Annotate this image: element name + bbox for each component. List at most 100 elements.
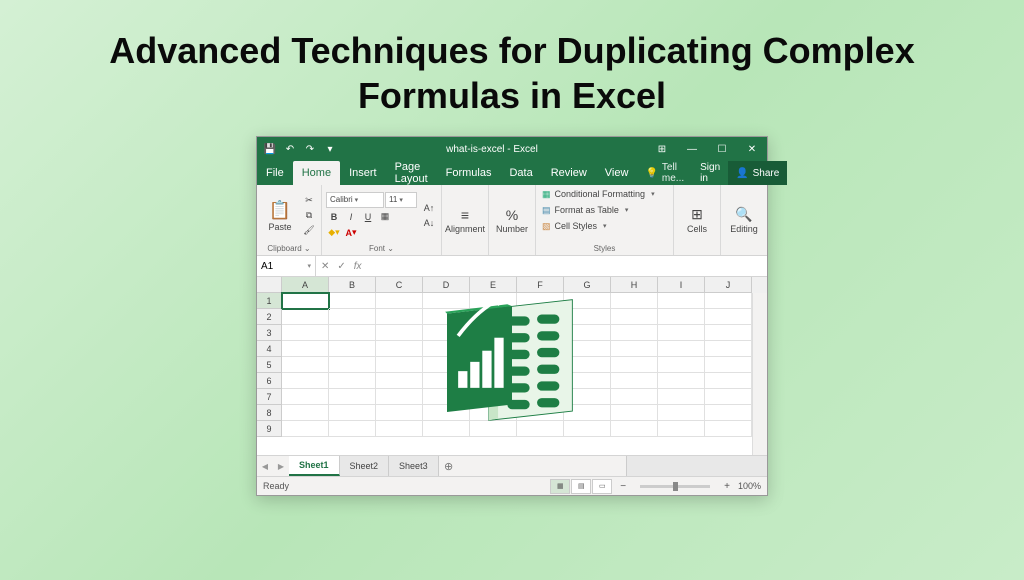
cell[interactable] bbox=[564, 373, 611, 389]
cell[interactable] bbox=[423, 309, 470, 325]
cell[interactable] bbox=[282, 325, 329, 341]
cell[interactable] bbox=[376, 325, 423, 341]
qat-customize-icon[interactable]: ▾ bbox=[323, 142, 337, 156]
cell[interactable] bbox=[658, 421, 705, 437]
font-color-button[interactable]: A▾ bbox=[343, 226, 359, 240]
cell[interactable] bbox=[705, 309, 752, 325]
page-break-view-button[interactable]: ▭ bbox=[592, 479, 612, 494]
name-box[interactable]: A1▾ bbox=[257, 256, 316, 276]
cell[interactable] bbox=[329, 373, 376, 389]
cell[interactable] bbox=[329, 357, 376, 373]
cell[interactable] bbox=[658, 325, 705, 341]
cell[interactable] bbox=[282, 357, 329, 373]
tab-formulas[interactable]: Formulas bbox=[437, 161, 501, 185]
cell[interactable] bbox=[376, 421, 423, 437]
cell[interactable] bbox=[611, 325, 658, 341]
tab-insert[interactable]: Insert bbox=[340, 161, 386, 185]
maximize-button[interactable]: ☐ bbox=[707, 137, 737, 161]
zoom-in-button[interactable]: + bbox=[724, 481, 730, 492]
cell[interactable] bbox=[611, 293, 658, 309]
col-header-e[interactable]: E bbox=[470, 277, 517, 293]
grow-font-button[interactable]: A↑ bbox=[421, 201, 437, 215]
minimize-button[interactable]: — bbox=[677, 137, 707, 161]
cell[interactable] bbox=[705, 293, 752, 309]
close-button[interactable]: ✕ bbox=[737, 137, 767, 161]
cell[interactable] bbox=[329, 309, 376, 325]
cell[interactable] bbox=[658, 341, 705, 357]
row-header-3[interactable]: 3 bbox=[257, 325, 282, 341]
enter-formula-icon[interactable]: ✓ bbox=[337, 261, 345, 272]
sheet-tab-2[interactable]: Sheet2 bbox=[340, 456, 390, 476]
row-header-2[interactable]: 2 bbox=[257, 309, 282, 325]
cell[interactable] bbox=[611, 309, 658, 325]
cell[interactable] bbox=[611, 421, 658, 437]
cell[interactable] bbox=[611, 341, 658, 357]
cell[interactable] bbox=[470, 373, 517, 389]
row-header-6[interactable]: 6 bbox=[257, 373, 282, 389]
cell[interactable] bbox=[611, 405, 658, 421]
conditional-formatting-button[interactable]: ▦Conditional Formatting▾ bbox=[542, 187, 655, 201]
cell[interactable] bbox=[470, 357, 517, 373]
cell[interactable] bbox=[517, 325, 564, 341]
cell[interactable] bbox=[282, 421, 329, 437]
cell[interactable] bbox=[470, 325, 517, 341]
ribbon-options-icon[interactable]: ⊞ bbox=[647, 137, 677, 161]
cell[interactable] bbox=[470, 341, 517, 357]
cell[interactable] bbox=[282, 405, 329, 421]
undo-icon[interactable]: ↶ bbox=[283, 142, 297, 156]
cell[interactable] bbox=[658, 309, 705, 325]
row-header-4[interactable]: 4 bbox=[257, 341, 282, 357]
shrink-font-button[interactable]: A↓ bbox=[421, 216, 437, 230]
cell[interactable] bbox=[564, 341, 611, 357]
row-header-5[interactable]: 5 bbox=[257, 357, 282, 373]
cell-styles-button[interactable]: ▧Cell Styles▾ bbox=[542, 219, 607, 233]
col-header-h[interactable]: H bbox=[611, 277, 658, 293]
cell[interactable] bbox=[517, 357, 564, 373]
tab-review[interactable]: Review bbox=[542, 161, 596, 185]
spreadsheet-grid[interactable]: A B C D E F G H I J 1 2 3 4 5 6 7 8 9 bbox=[257, 277, 767, 455]
cell[interactable] bbox=[705, 389, 752, 405]
cell[interactable] bbox=[705, 421, 752, 437]
format-painter-button[interactable]: 🖌 bbox=[301, 224, 317, 238]
redo-icon[interactable]: ↷ bbox=[303, 142, 317, 156]
fill-color-button[interactable]: ◆▾ bbox=[326, 226, 342, 240]
cell[interactable] bbox=[423, 325, 470, 341]
cell[interactable] bbox=[329, 421, 376, 437]
cell[interactable] bbox=[564, 309, 611, 325]
zoom-level[interactable]: 100% bbox=[738, 481, 761, 491]
cell[interactable] bbox=[423, 421, 470, 437]
cell[interactable] bbox=[705, 325, 752, 341]
cell[interactable] bbox=[564, 325, 611, 341]
cell[interactable] bbox=[423, 357, 470, 373]
italic-button[interactable]: I bbox=[343, 210, 359, 224]
cell[interactable] bbox=[611, 373, 658, 389]
cell[interactable] bbox=[658, 293, 705, 309]
cell[interactable] bbox=[423, 389, 470, 405]
cell[interactable] bbox=[282, 309, 329, 325]
add-sheet-button[interactable]: ⊕ bbox=[439, 456, 459, 476]
tab-file[interactable]: File bbox=[257, 161, 293, 185]
alignment-button[interactable]: ≡Alignment bbox=[446, 194, 484, 246]
zoom-out-button[interactable]: − bbox=[620, 481, 626, 492]
cut-button[interactable]: ✂ bbox=[301, 194, 317, 208]
border-button[interactable]: ▦ bbox=[377, 210, 393, 224]
row-header-7[interactable]: 7 bbox=[257, 389, 282, 405]
horizontal-scrollbar[interactable] bbox=[626, 456, 767, 476]
cell[interactable] bbox=[376, 293, 423, 309]
sheet-tab-1[interactable]: Sheet1 bbox=[289, 456, 340, 476]
cell[interactable] bbox=[517, 389, 564, 405]
tab-home[interactable]: Home bbox=[293, 161, 340, 185]
editing-button[interactable]: 🔍Editing bbox=[725, 194, 763, 246]
page-layout-view-button[interactable]: ▤ bbox=[571, 479, 591, 494]
sheet-tab-3[interactable]: Sheet3 bbox=[389, 456, 439, 476]
cell[interactable] bbox=[282, 341, 329, 357]
cell[interactable] bbox=[329, 341, 376, 357]
cell[interactable] bbox=[564, 405, 611, 421]
cell[interactable] bbox=[517, 309, 564, 325]
cell[interactable] bbox=[517, 341, 564, 357]
cell[interactable] bbox=[564, 389, 611, 405]
cell[interactable] bbox=[470, 293, 517, 309]
cell[interactable] bbox=[658, 373, 705, 389]
cell[interactable] bbox=[658, 405, 705, 421]
zoom-slider[interactable] bbox=[640, 485, 710, 488]
